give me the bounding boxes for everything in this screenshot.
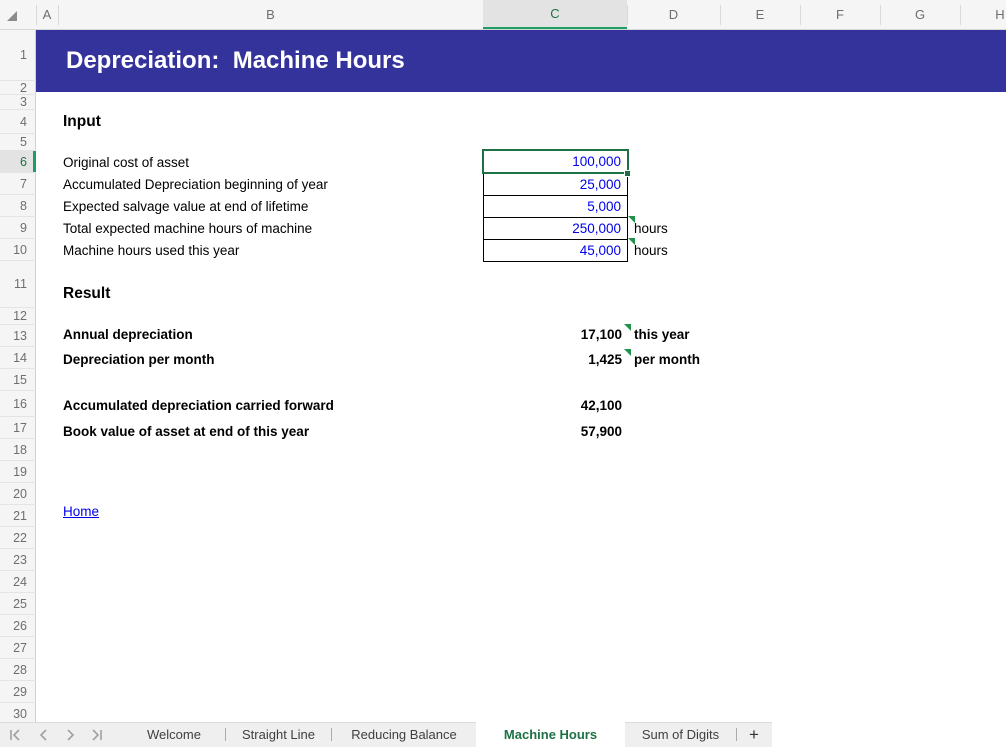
- row-header-20[interactable]: 20: [0, 483, 36, 505]
- input-label-hours-used[interactable]: Machine hours used this year: [63, 243, 239, 258]
- result-label-accum-carried-forward[interactable]: Accumulated depreciation carried forward: [63, 398, 334, 413]
- row-header-24[interactable]: 24: [0, 571, 36, 593]
- comment-flag-icon: [628, 238, 635, 245]
- comment-flag-icon: [628, 216, 635, 223]
- result-value-accum-carried-forward[interactable]: 42,100: [484, 398, 622, 413]
- header-divider: [720, 5, 721, 25]
- cell-c8[interactable]: 5,000: [483, 195, 628, 218]
- result-label-depreciation-per-month[interactable]: Depreciation per month: [63, 352, 215, 367]
- row-header-1[interactable]: 1: [0, 30, 36, 81]
- row-header-11[interactable]: 11: [0, 261, 36, 308]
- comment-flag-icon: [624, 349, 631, 356]
- tab-welcome[interactable]: Welcome: [123, 722, 225, 747]
- add-sheet-button[interactable]: +: [736, 722, 772, 747]
- row-header-25[interactable]: 25: [0, 593, 36, 615]
- row-header-23[interactable]: 23: [0, 549, 36, 571]
- row-header-strip: 1 2 3 4 5 6 7 8 9 10 11 12 13 14 15 16 1…: [0, 30, 36, 722]
- select-all-icon: [7, 11, 17, 21]
- row-header-3[interactable]: 3: [0, 95, 36, 110]
- column-header-b[interactable]: B: [58, 0, 483, 29]
- sheet-title-cell[interactable]: Depreciation: Machine Hours: [36, 30, 1006, 92]
- tab-sum-of-digits[interactable]: Sum of Digits: [625, 722, 736, 747]
- row-header-2[interactable]: 2: [0, 81, 36, 95]
- row-header-18[interactable]: 18: [0, 439, 36, 461]
- result-label-annual-depreciation[interactable]: Annual depreciation: [63, 327, 193, 342]
- row-header-19[interactable]: 19: [0, 461, 36, 483]
- row-header-4[interactable]: 4: [0, 110, 36, 134]
- row-header-15[interactable]: 15: [0, 369, 36, 391]
- column-header-c-selected[interactable]: C: [483, 0, 627, 29]
- previous-sheet-button[interactable]: [34, 727, 52, 743]
- input-label-original-cost[interactable]: Original cost of asset: [63, 155, 189, 170]
- selection-fill-handle[interactable]: [624, 170, 631, 177]
- tab-straight-line[interactable]: Straight Line: [226, 722, 331, 747]
- row-header-7[interactable]: 7: [0, 173, 36, 195]
- row-header-21[interactable]: 21: [0, 505, 36, 527]
- header-divider: [960, 5, 961, 25]
- tab-reducing-balance[interactable]: Reducing Balance: [332, 722, 476, 747]
- input-label-salvage-value[interactable]: Expected salvage value at end of lifetim…: [63, 199, 308, 214]
- cell-c10[interactable]: 45,000: [483, 239, 628, 262]
- next-sheet-button[interactable]: [62, 727, 80, 743]
- header-divider: [880, 5, 881, 25]
- row-header-10[interactable]: 10: [0, 239, 36, 261]
- selected-cell-c6[interactable]: 100,000: [482, 149, 629, 174]
- column-header-g[interactable]: G: [880, 0, 960, 29]
- column-header-strip: A B C D E F G H: [0, 0, 1006, 30]
- row-header-22[interactable]: 22: [0, 527, 36, 549]
- row-header-17[interactable]: 17: [0, 417, 36, 439]
- row-header-16[interactable]: 16: [0, 391, 36, 417]
- row-header-27[interactable]: 27: [0, 637, 36, 659]
- row-header-29[interactable]: 29: [0, 681, 36, 703]
- select-all-corner[interactable]: [0, 0, 36, 29]
- result-value-depreciation-per-month[interactable]: 1,425: [484, 352, 622, 367]
- last-sheet-button[interactable]: [88, 727, 106, 743]
- header-divider: [58, 5, 59, 25]
- result-unit-this-year[interactable]: this year: [634, 327, 690, 342]
- home-link[interactable]: Home: [63, 504, 99, 519]
- row-header-5[interactable]: 5: [0, 134, 36, 151]
- cell-c9[interactable]: 250,000: [483, 217, 628, 240]
- input-label-total-hours[interactable]: Total expected machine hours of machine: [63, 221, 312, 236]
- header-divider: [800, 5, 801, 25]
- row-header-6-selected[interactable]: 6: [0, 151, 36, 173]
- unit-hours-c9[interactable]: hours: [634, 221, 668, 236]
- input-label-accum-depr[interactable]: Accumulated Depreciation beginning of ye…: [63, 177, 328, 192]
- tab-machine-hours-active[interactable]: Machine Hours: [476, 722, 625, 747]
- row-header-26[interactable]: 26: [0, 615, 36, 637]
- header-divider: [627, 5, 628, 25]
- column-header-e[interactable]: E: [720, 0, 800, 29]
- comment-flag-icon: [624, 324, 631, 331]
- row-header-12[interactable]: 12: [0, 308, 36, 325]
- column-header-f[interactable]: F: [800, 0, 880, 29]
- column-header-d[interactable]: D: [627, 0, 720, 29]
- row-header-14[interactable]: 14: [0, 347, 36, 369]
- sheet-tab-bar: Welcome Straight Line Reducing Balance M…: [0, 722, 1006, 747]
- sheet-title: Depreciation: Machine Hours: [36, 47, 405, 75]
- column-header-h[interactable]: H: [960, 0, 1006, 29]
- row-header-28[interactable]: 28: [0, 659, 36, 681]
- worksheet-canvas: Depreciation: Machine Hours Input Origin…: [36, 30, 1006, 722]
- result-unit-per-month[interactable]: per month: [634, 352, 700, 367]
- result-value-book-value[interactable]: 57,900: [484, 424, 622, 439]
- cell-c7[interactable]: 25,000: [483, 173, 628, 196]
- header-divider: [36, 5, 37, 25]
- column-header-a[interactable]: A: [36, 0, 58, 29]
- row-header-13[interactable]: 13: [0, 325, 36, 347]
- input-heading[interactable]: Input: [63, 113, 101, 131]
- first-sheet-button[interactable]: [6, 727, 24, 743]
- row-header-9[interactable]: 9: [0, 217, 36, 239]
- result-label-book-value[interactable]: Book value of asset at end of this year: [63, 424, 309, 439]
- row-header-8[interactable]: 8: [0, 195, 36, 217]
- unit-hours-c10[interactable]: hours: [634, 243, 668, 258]
- result-value-annual-depreciation[interactable]: 17,100: [484, 327, 622, 342]
- result-heading[interactable]: Result: [63, 285, 110, 303]
- excel-window: A B C D E F G H 1 2 3 4 5 6 7 8 9 10 11 …: [0, 0, 1006, 747]
